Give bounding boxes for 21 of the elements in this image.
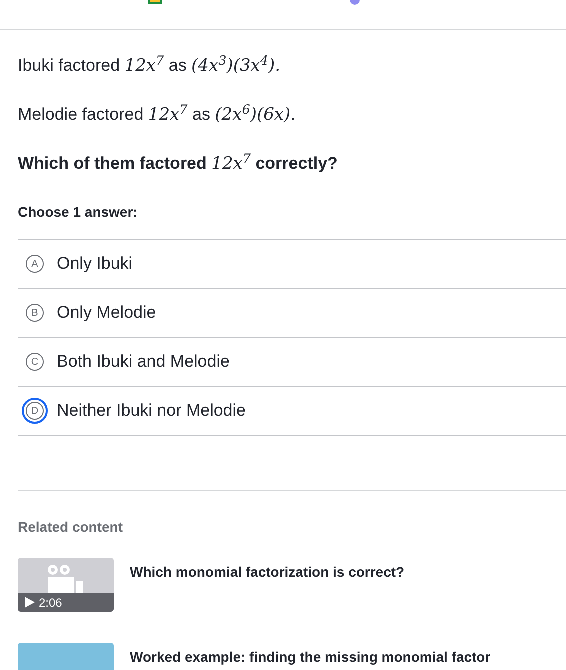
classroom-icon (148, 0, 162, 4)
choice-letter: B (26, 304, 44, 322)
statement-text: Ibuki factored 12x$^{7}$ as (4x$^{3}$)(3x$^{4}$). (18, 54, 282, 78)
answer-choice[interactable]: B Only Melodie (18, 289, 566, 338)
video-thumbnail[interactable]: 2:06 (18, 558, 114, 612)
film-camera-icon (47, 564, 84, 593)
question-text: Which of them factored 12x$^{7}$ correctly? (18, 152, 339, 176)
related-title[interactable]: Which monomial factorization is correct? (130, 558, 405, 612)
related-title[interactable]: Worked example: finding the missing monomial factor (130, 643, 491, 670)
statement-text: Melodie factored 12x$^{7}$ as (2x$^{6}$)(6x). (18, 103, 298, 127)
video-thumbnail[interactable] (18, 643, 114, 670)
instruction-text: Choose 1 answer: (18, 203, 139, 222)
choice-letter: D (22, 398, 48, 424)
answer-choice[interactable]: C Both Ibuki and Melodie (18, 338, 566, 387)
choice-letter: A (26, 255, 44, 273)
video-duration: 2:06 (39, 594, 62, 612)
choice-letter: C (26, 353, 44, 371)
answer-choice[interactable]: A Only Ibuki (18, 240, 566, 289)
play-icon (25, 597, 35, 608)
section-heading: Related content (18, 518, 124, 537)
answer-choice[interactable]: D Neither Ibuki nor Melodie (18, 387, 566, 436)
